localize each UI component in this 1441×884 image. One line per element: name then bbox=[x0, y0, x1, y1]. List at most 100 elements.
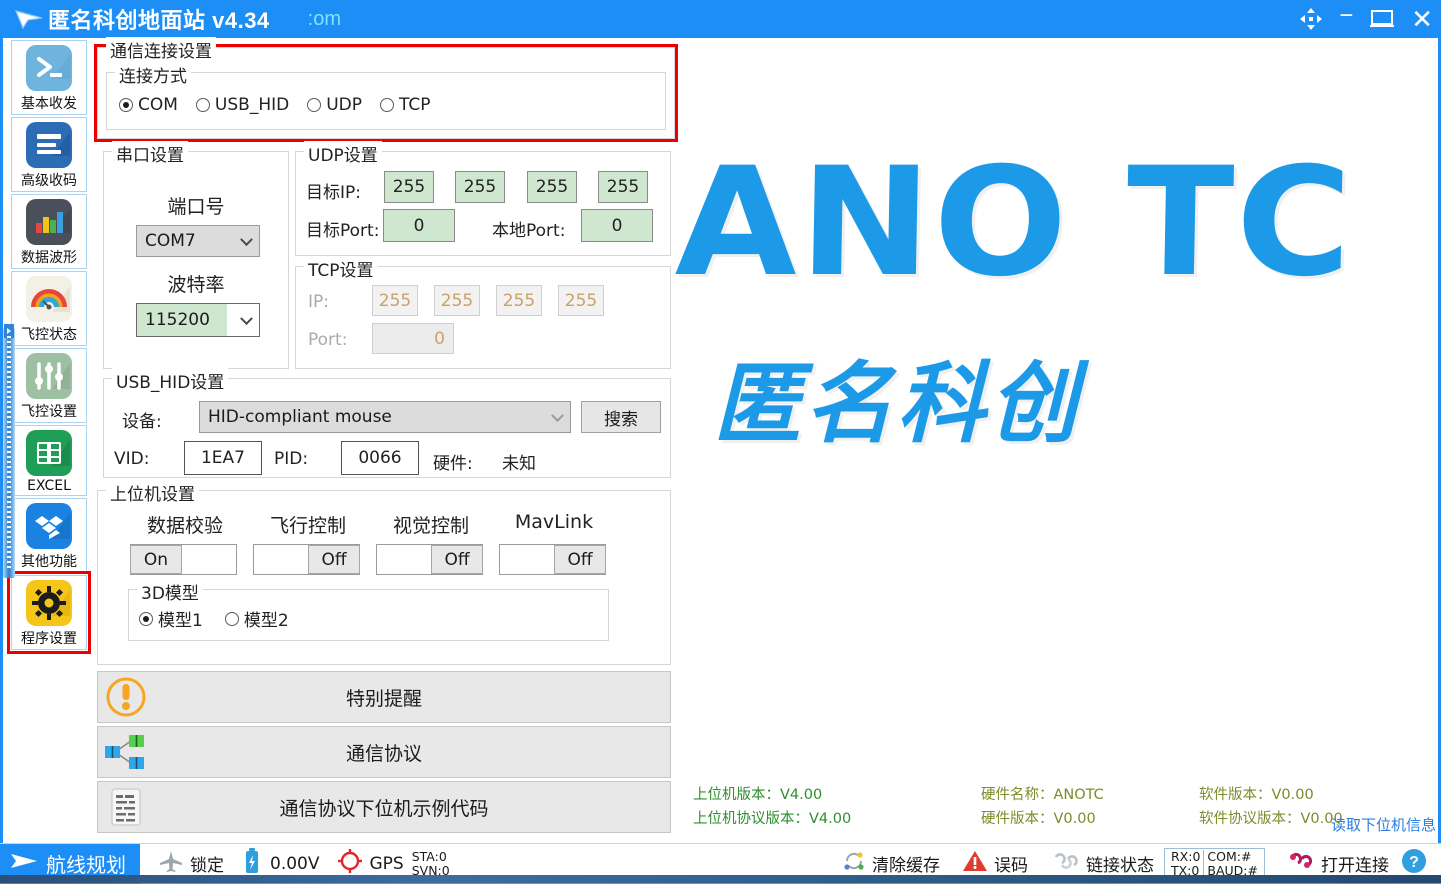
udp-target-ip-octet-4[interactable]: 255 bbox=[598, 171, 648, 203]
window-title: 匿名科创地面站 v4.34 bbox=[48, 3, 270, 35]
toggle-flight-control[interactable]: Off bbox=[253, 544, 360, 575]
udp-target-port-field[interactable]: 0 bbox=[383, 209, 455, 242]
udp-target-ip-octet-2[interactable]: 255 bbox=[455, 171, 505, 203]
table-icon bbox=[26, 430, 72, 476]
udp-local-port-label: 本地Port: bbox=[492, 216, 565, 241]
tcp-ip-octet-4[interactable]: 255 bbox=[558, 285, 604, 316]
sidebar-item-excel[interactable]: EXCEL bbox=[11, 425, 87, 496]
document-code-icon bbox=[98, 782, 154, 832]
sidebar-item-fc-settings[interactable]: 飞控设置 bbox=[11, 348, 87, 423]
usb-hid-vid-field[interactable]: 1EA7 bbox=[184, 441, 262, 475]
action-comm-protocol[interactable]: 通信协议 bbox=[97, 726, 671, 778]
radio-model-2[interactable]: 模型2 bbox=[225, 606, 289, 631]
warning-circle-icon bbox=[98, 672, 154, 722]
usb-hid-device-combobox[interactable]: HID-compliant mouse bbox=[199, 401, 571, 433]
sidebar-item-program-settings[interactable]: 程序设置 bbox=[11, 575, 87, 650]
host-settings-group: 上位机设置 数据校验 飞行控制 视觉控制 MavLink On Off Off … bbox=[97, 490, 671, 665]
radio-tcp-dot bbox=[380, 98, 394, 112]
voltage-value: 0.00V bbox=[270, 854, 319, 874]
sidebar-item-basic-comm[interactable]: 基本收发 bbox=[11, 40, 87, 115]
tcp-ip-octet-1[interactable]: 255 bbox=[372, 285, 418, 316]
udp-target-port-label: 目标Port: bbox=[306, 216, 379, 241]
svg-text:?: ? bbox=[1409, 854, 1419, 871]
action-comm-protocol-label: 通信协议 bbox=[154, 739, 614, 766]
window-controls: − ✕ bbox=[1299, 0, 1433, 38]
sidebar-item-fc-status[interactable]: 飞控状态 bbox=[11, 271, 87, 346]
radio-tcp-label: TCP bbox=[399, 95, 431, 115]
sidebar-item-label: 其他功能 bbox=[21, 551, 77, 571]
toggle-label-flight-control: 飞行控制 bbox=[253, 511, 363, 538]
airplane-icon bbox=[158, 849, 184, 878]
maximize-button[interactable] bbox=[1369, 8, 1395, 30]
radio-tcp[interactable]: TCP bbox=[380, 95, 431, 115]
tcp-ip-octet-2[interactable]: 255 bbox=[434, 285, 480, 316]
panel-splitter-handle[interactable] bbox=[3, 328, 15, 578]
toggle-mavlink[interactable]: Off bbox=[499, 544, 606, 575]
usb-hid-search-button[interactable]: 搜索 bbox=[581, 401, 661, 433]
udp-local-port-field[interactable]: 0 bbox=[581, 209, 653, 242]
radio-udp[interactable]: UDP bbox=[307, 95, 362, 115]
sidebar-item-advanced-decode[interactable]: 高级收码 bbox=[11, 117, 87, 192]
tcp-ip-octet-3[interactable]: 255 bbox=[496, 285, 542, 316]
radio-model-1[interactable]: 模型1 bbox=[139, 606, 203, 631]
rx-count: RX:0 bbox=[1171, 850, 1200, 863]
udp-target-ip-octet-1[interactable]: 255 bbox=[384, 171, 434, 203]
udp-group-title: UDP设置 bbox=[304, 141, 382, 166]
usb-hid-pid-field[interactable]: 0066 bbox=[341, 441, 419, 475]
sidebar: 基本收发 高级收码 bbox=[3, 38, 95, 843]
move-icon[interactable] bbox=[1299, 7, 1323, 31]
port-number-label: 端口号 bbox=[104, 192, 288, 219]
baud-rate-combobox[interactable]: 115200 bbox=[136, 303, 260, 337]
sidebar-item-label: 程序设置 bbox=[21, 628, 77, 648]
radio-usb-hid[interactable]: USB_HID bbox=[196, 95, 289, 115]
serial-group-title: 串口设置 bbox=[112, 141, 188, 166]
sidebar-item-other-functions[interactable]: 其他功能 bbox=[11, 498, 87, 573]
version-hardware: 硬件版本：V0.00 bbox=[981, 807, 1096, 828]
lock-status-label: 锁定 bbox=[190, 851, 224, 876]
clear-cache-label: 清除缓存 bbox=[872, 851, 940, 876]
sidebar-item-label: 基本收发 bbox=[21, 93, 77, 113]
action-comm-protocol-sample-code[interactable]: 通信协议下位机示例代码 bbox=[97, 781, 671, 833]
clear-cache-button[interactable]: 清除缓存 bbox=[842, 849, 940, 878]
radio-com[interactable]: COM bbox=[119, 95, 178, 115]
sidebar-item-data-waveform[interactable]: 数据波形 bbox=[11, 194, 87, 269]
sitemap-icon bbox=[98, 727, 154, 777]
lock-status[interactable]: 锁定 bbox=[158, 849, 224, 878]
sidebar-item-label: 飞控设置 bbox=[21, 401, 77, 421]
com-port-value: COM:# bbox=[1207, 850, 1258, 863]
version-software: 软件版本：V0.00 bbox=[1199, 783, 1314, 804]
error-code-indicator[interactable]: 误码 bbox=[962, 849, 1028, 878]
toggle-data-check[interactable]: On bbox=[130, 544, 237, 575]
gps-label: GPS bbox=[369, 854, 403, 874]
window-body: 基本收发 高级收码 bbox=[0, 38, 1441, 843]
taskbar-strip bbox=[0, 875, 1441, 883]
tcp-port-field[interactable]: 0 bbox=[372, 323, 454, 354]
usb-hid-pid-label: PID: bbox=[274, 449, 308, 469]
warning-triangle-icon bbox=[962, 849, 988, 878]
sliders-icon bbox=[26, 353, 72, 399]
gauge-icon bbox=[26, 276, 72, 322]
toggle-mavlink-state: Off bbox=[554, 545, 606, 574]
port-number-combobox[interactable]: COM7 bbox=[136, 225, 260, 257]
chevron-down-icon bbox=[551, 409, 564, 422]
route-planning-label: 航线规划 bbox=[46, 849, 126, 878]
action-special-notice[interactable]: 特别提醒 bbox=[97, 671, 671, 723]
sidebar-item-label: EXCEL bbox=[27, 478, 71, 494]
read-device-info-link[interactable]: 读取下位机信息 bbox=[1331, 814, 1436, 835]
minimize-button[interactable]: − bbox=[1339, 2, 1353, 36]
broken-link-icon bbox=[1050, 849, 1080, 878]
open-connection-button[interactable]: 打开连接 bbox=[1285, 849, 1389, 878]
tcp-group-title: TCP设置 bbox=[304, 256, 378, 281]
toggle-vision-control[interactable]: Off bbox=[376, 544, 483, 575]
version-hardware-name: 硬件名称：ANOTC bbox=[981, 783, 1104, 804]
udp-target-ip-octet-3[interactable]: 255 bbox=[527, 171, 577, 203]
window-title-extra: :om bbox=[308, 8, 341, 31]
model-3d-title: 3D模型 bbox=[137, 579, 203, 604]
toggle-label-data-check: 数据校验 bbox=[130, 511, 240, 538]
dropbox-icon bbox=[26, 503, 72, 549]
brand-logo: ANO TC 匿名科创 bbox=[695, 148, 1441, 568]
radio-usb-hid-dot bbox=[196, 98, 210, 112]
close-button[interactable]: ✕ bbox=[1411, 4, 1433, 35]
usb-hid-group-title: USB_HID设置 bbox=[112, 368, 228, 393]
gear-icon bbox=[26, 580, 72, 626]
